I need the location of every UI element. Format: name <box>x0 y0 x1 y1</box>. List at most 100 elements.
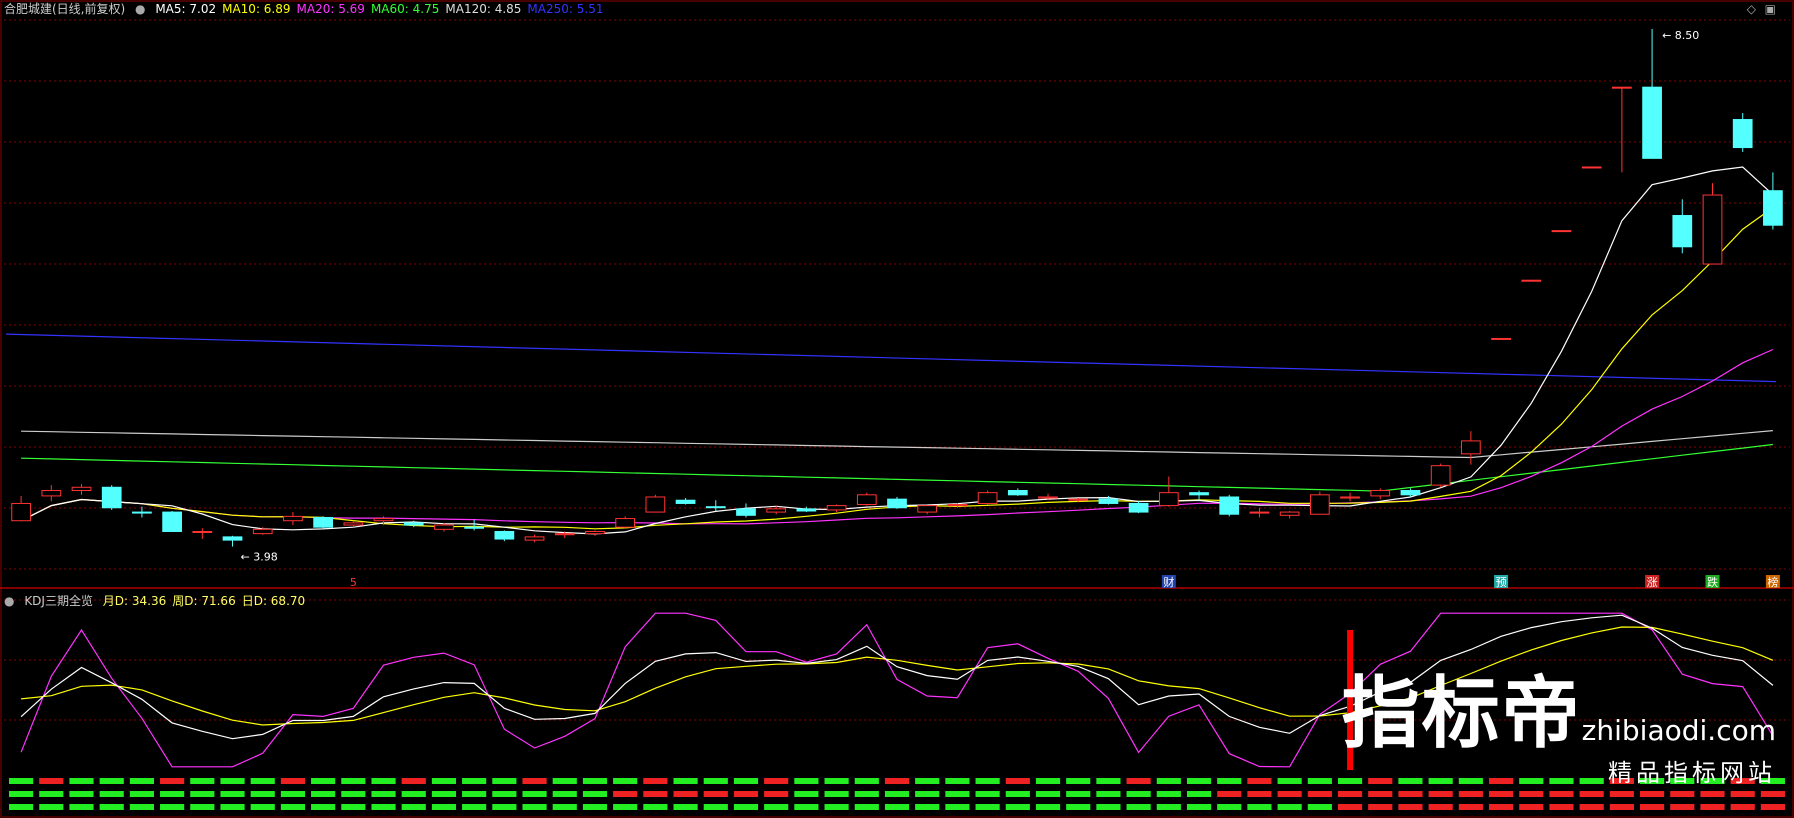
status-cell <box>160 778 185 784</box>
candle-body <box>373 518 394 522</box>
status-cell <box>1428 804 1453 810</box>
status-cell <box>1670 791 1695 797</box>
status-cell <box>1066 791 1091 797</box>
event-marker[interactable]: 预 <box>1496 576 1507 589</box>
candle-body <box>1340 496 1360 499</box>
status-cell <box>1579 804 1604 810</box>
status-cell <box>401 804 426 810</box>
candle-body <box>313 516 333 528</box>
status-cell <box>371 804 396 810</box>
status-cell <box>1519 791 1544 797</box>
status-cell <box>673 804 698 810</box>
candle-body <box>162 511 182 532</box>
candle-body <box>675 499 696 504</box>
status-cell <box>1549 791 1574 797</box>
status-cell <box>1428 791 1453 797</box>
status-cell <box>1126 804 1151 810</box>
candle-body <box>736 508 756 516</box>
status-cell <box>1549 804 1574 810</box>
status-cell <box>1609 791 1634 797</box>
ma-label-4: MA120: 4.85 <box>445 2 522 16</box>
candle-body <box>1430 465 1451 486</box>
candle-body <box>1128 502 1149 513</box>
status-cell <box>1368 791 1393 797</box>
candle-body <box>524 536 545 541</box>
candle-body <box>434 524 454 530</box>
status-cell <box>1488 791 1514 797</box>
status-cell <box>220 791 245 797</box>
status-cell <box>582 791 608 797</box>
candle-body <box>1612 86 1632 89</box>
event-marker[interactable]: 涨 <box>1647 576 1658 589</box>
status-cell <box>1640 804 1665 810</box>
ma-values: MA5: 7.02 MA10: 6.89 MA20: 5.69 MA60: 4.75 M… <box>155 2 609 16</box>
status-cell <box>99 791 124 797</box>
status-cell <box>431 804 457 810</box>
ma-label-5: MA250: 5.51 <box>527 2 604 16</box>
indicator-settings-icon[interactable]: ● <box>4 594 14 608</box>
window-toggle-icon[interactable]: ▣ <box>1765 2 1776 16</box>
status-cell <box>1186 791 1212 797</box>
candlesticks <box>11 28 1783 547</box>
status-cell <box>582 804 608 810</box>
status-cell <box>39 804 64 810</box>
status-cell <box>39 778 64 784</box>
status-cell <box>190 778 215 784</box>
status-cell <box>613 804 638 810</box>
status-cell <box>1096 791 1121 797</box>
ma-label-1: MA10: 6.89 <box>222 2 291 16</box>
status-cell <box>673 778 698 784</box>
event-marker[interactable]: 财 <box>1163 575 1174 589</box>
status-cell <box>1156 778 1181 784</box>
event-marker[interactable]: 榜 <box>1767 575 1778 589</box>
stock-title: 合肥城建(日线,前复权) <box>4 2 126 16</box>
candle-body <box>1551 230 1572 233</box>
diamond-icon[interactable]: ◇ <box>1747 2 1756 16</box>
status-cell <box>250 804 275 810</box>
status-cell <box>1186 804 1212 810</box>
status-cell <box>854 791 879 797</box>
candle-body <box>1189 492 1209 496</box>
status-cell <box>220 804 245 810</box>
status-cell <box>1337 791 1363 797</box>
status-cell <box>69 778 94 784</box>
status-cell <box>1035 804 1061 810</box>
candle-body <box>494 530 515 540</box>
ma250-line <box>5 333 1777 383</box>
status-cell <box>1760 791 1785 797</box>
status-cell <box>945 791 970 797</box>
status-cell <box>764 778 789 784</box>
status-cell <box>1126 778 1151 784</box>
status-cell <box>824 791 849 797</box>
status-cell <box>129 804 154 810</box>
status-cell <box>311 778 336 784</box>
status-cell <box>945 804 970 810</box>
candle-body <box>856 494 877 506</box>
status-cell <box>9 791 34 797</box>
event-marker[interactable]: 跌 <box>1707 575 1718 589</box>
status-cell <box>1368 804 1393 810</box>
status-cell <box>884 804 910 810</box>
ma-settings-icon[interactable]: ● <box>135 2 145 16</box>
ma-label-0: MA5: 7.02 <box>155 2 217 16</box>
ma-label-2: MA20: 5.69 <box>296 2 365 16</box>
candle-body <box>705 506 726 509</box>
status-cell <box>1398 804 1423 810</box>
status-cell <box>1217 791 1242 797</box>
status-cell <box>1307 791 1332 797</box>
status-cell <box>552 791 577 797</box>
status-cell <box>1247 791 1272 797</box>
event-markers[interactable]: 5 财 预 涨 跌 榜 <box>350 575 1780 589</box>
candle-body <box>917 505 938 513</box>
status-cell <box>915 791 940 797</box>
status-cell <box>1700 804 1725 810</box>
event-marker[interactable]: 5 <box>350 576 357 589</box>
candle-body <box>252 528 273 535</box>
status-cell <box>462 791 487 797</box>
status-cell <box>69 791 94 797</box>
status-cell <box>794 791 819 797</box>
status-cell <box>1035 791 1061 797</box>
status-cell <box>341 804 366 810</box>
status-cell <box>492 778 517 784</box>
kdj-value-1: 周D: 71.66 <box>172 594 236 608</box>
